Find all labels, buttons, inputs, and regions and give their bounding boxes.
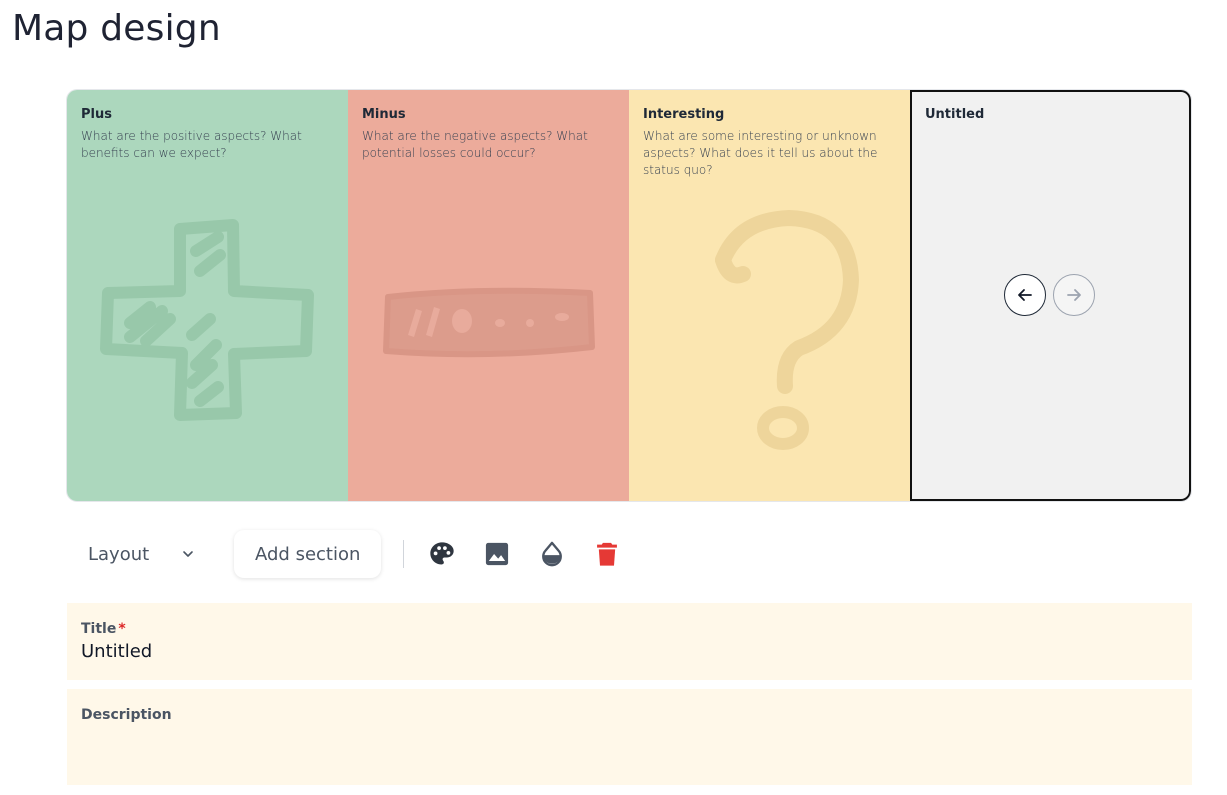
section-title: Untitled <box>925 107 985 122</box>
title-input[interactable] <box>81 641 1178 662</box>
image-icon <box>486 542 509 566</box>
description-field: Description <box>67 689 1192 785</box>
section-title: Minus <box>362 107 406 122</box>
title-field: Title * <box>67 603 1192 680</box>
delete-section-button[interactable] <box>587 534 627 574</box>
section-plus[interactable]: Plus What are the positive aspects? What… <box>67 90 348 501</box>
layout-dropdown[interactable]: Layout <box>67 530 215 578</box>
section-title: Interesting <box>643 107 725 122</box>
move-section-left-button[interactable] <box>1004 274 1046 316</box>
add-section-button[interactable]: Add section <box>234 530 382 578</box>
chevron-down-icon <box>183 551 193 557</box>
title-label-text: Title <box>81 621 117 637</box>
description-input[interactable] <box>81 729 1178 779</box>
section-description: What are the negative aspects? What pote… <box>362 129 588 160</box>
opacity-drop-icon <box>542 541 563 567</box>
move-section-right-button[interactable] <box>1053 274 1095 316</box>
section-nav <box>1004 274 1095 316</box>
title-field-label: Title * <box>81 621 1178 637</box>
toolbar-divider <box>403 540 405 568</box>
color-palette-button[interactable] <box>422 534 462 574</box>
section-description: What are the positive aspects? What bene… <box>81 129 302 160</box>
opacity-button[interactable] <box>532 534 572 574</box>
palette-icon <box>430 542 455 565</box>
section-minus[interactable]: Minus What are the negative aspects? Wha… <box>348 90 629 501</box>
description-field-label: Description <box>81 707 172 723</box>
plus-icon <box>100 219 314 421</box>
section-title: Plus <box>81 107 112 122</box>
question-mark-icon <box>715 210 859 450</box>
delete-icon <box>597 542 618 566</box>
section-toolbar: Layout Add section <box>67 529 642 579</box>
arrow-left-icon <box>1018 289 1032 301</box>
section-interesting[interactable]: Interesting What are some interesting or… <box>629 90 910 501</box>
arrow-right-icon <box>1067 289 1081 301</box>
section-untitled[interactable]: Untitled <box>910 90 1191 501</box>
map-canvas: Plus What are the positive aspects? What… <box>67 90 1191 501</box>
minus-icon <box>383 287 595 358</box>
page-title: Map design <box>12 8 221 49</box>
section-description: What are some interesting or unknown asp… <box>643 129 878 177</box>
required-mark: * <box>118 621 126 637</box>
background-image-button[interactable] <box>477 534 517 574</box>
layout-dropdown-label: Layout <box>88 543 150 565</box>
